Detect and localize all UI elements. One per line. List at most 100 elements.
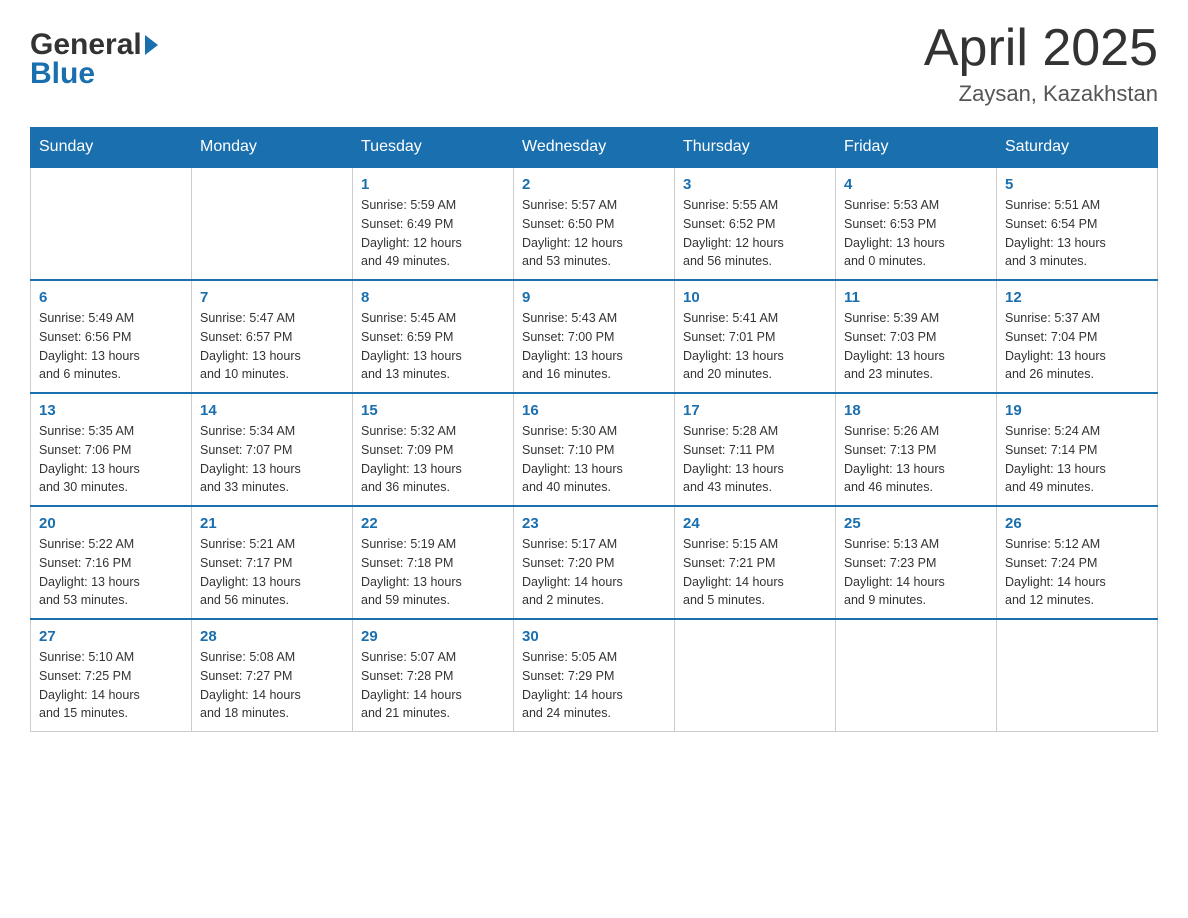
calendar-cell <box>192 167 353 280</box>
calendar-cell: 11Sunrise: 5:39 AM Sunset: 7:03 PM Dayli… <box>836 280 997 393</box>
calendar-cell: 16 Sunrise: 5:30 AM Sunset: 7:10 PM Dayli… <box>514 393 675 506</box>
day-number: 12 <box>1005 289 1149 306</box>
calendar-cell: 4 Sunrise: 5:53 AM Sunset: 6:53 PM Daylig… <box>836 167 997 280</box>
day-info: Sunrise: 5:47 AM Sunset: 6:57 PM Dayligh… <box>200 309 344 384</box>
day-info: Sunrise: 5:10 AM Sunset: 7:25 PM Dayligh… <box>39 648 183 723</box>
day-info: Sunrise: 5:45 AM Sunset: 6:59 PM Dayligh… <box>361 309 505 384</box>
day-info: Sunrise: 5:05 AM Sunset: 7:29 PM Dayligh… <box>522 648 666 723</box>
day-number: 19 <box>1005 402 1149 419</box>
col-header-sunday: Sunday <box>31 128 192 168</box>
calendar-table: SundayMondayTuesdayWednesdayThursdayFrid… <box>30 127 1158 732</box>
calendar-cell: 9 Sunrise: 5:43 AM Sunset: 7:00 PM Daylig… <box>514 280 675 393</box>
calendar-cell <box>31 167 192 280</box>
calendar-header-row: SundayMondayTuesdayWednesdayThursdayFrid… <box>31 128 1158 168</box>
calendar-cell: 25 Sunrise: 5:13 AM Sunset: 7:23 PM Dayli… <box>836 506 997 619</box>
day-info: Sunrise: 5:26 AM Sunset: 7:13 PM Dayligh… <box>844 422 988 497</box>
col-header-monday: Monday <box>192 128 353 168</box>
day-info: Sunrise: 5:32 AM Sunset: 7:09 PM Dayligh… <box>361 422 505 497</box>
day-info: Sunrise: 5:49 AM Sunset: 6:56 PM Dayligh… <box>39 309 183 384</box>
calendar-cell: 2 Sunrise: 5:57 AM Sunset: 6:50 PM Daylig… <box>514 167 675 280</box>
calendar-cell: 3Sunrise: 5:55 AM Sunset: 6:52 PM Daylig… <box>675 167 836 280</box>
day-info: Sunrise: 5:59 AM Sunset: 6:49 PM Dayligh… <box>361 196 505 271</box>
header: General Blue April 2025 Zaysan, Kazakhst… <box>30 20 1158 107</box>
week-row-1: 1 Sunrise: 5:59 AM Sunset: 6:49 PM Daylig… <box>31 167 1158 280</box>
col-header-saturday: Saturday <box>997 128 1158 168</box>
day-number: 8 <box>361 289 505 306</box>
calendar-cell <box>675 619 836 732</box>
logo: General Blue <box>30 28 158 90</box>
logo-blue: Blue <box>30 57 158 90</box>
calendar-cell: 30 Sunrise: 5:05 AM Sunset: 7:29 PM Dayli… <box>514 619 675 732</box>
day-info: Sunrise: 5:17 AM Sunset: 7:20 PM Dayligh… <box>522 535 666 610</box>
week-row-5: 27 Sunrise: 5:10 AM Sunset: 7:25 PM Dayli… <box>31 619 1158 732</box>
col-header-wednesday: Wednesday <box>514 128 675 168</box>
day-info: Sunrise: 5:30 AM Sunset: 7:10 PM Dayligh… <box>522 422 666 497</box>
day-number: 3 <box>683 176 827 193</box>
day-info: Sunrise: 5:37 AM Sunset: 7:04 PM Dayligh… <box>1005 309 1149 384</box>
day-number: 24 <box>683 515 827 532</box>
calendar-cell: 29 Sunrise: 5:07 AM Sunset: 7:28 PM Dayli… <box>353 619 514 732</box>
calendar-cell: 14 Sunrise: 5:34 AM Sunset: 7:07 PM Dayli… <box>192 393 353 506</box>
day-number: 28 <box>200 628 344 645</box>
calendar-cell: 27 Sunrise: 5:10 AM Sunset: 7:25 PM Dayli… <box>31 619 192 732</box>
day-number: 10 <box>683 289 827 306</box>
day-info: Sunrise: 5:21 AM Sunset: 7:17 PM Dayligh… <box>200 535 344 610</box>
calendar-cell: 10 Sunrise: 5:41 AM Sunset: 7:01 PM Dayli… <box>675 280 836 393</box>
calendar-cell: 17 Sunrise: 5:28 AM Sunset: 7:11 PM Dayli… <box>675 393 836 506</box>
calendar-cell: 1 Sunrise: 5:59 AM Sunset: 6:49 PM Daylig… <box>353 167 514 280</box>
day-info: Sunrise: 5:35 AM Sunset: 7:06 PM Dayligh… <box>39 422 183 497</box>
calendar-cell: 22 Sunrise: 5:19 AM Sunset: 7:18 PM Dayli… <box>353 506 514 619</box>
day-number: 16 <box>522 402 666 419</box>
week-row-2: 6 Sunrise: 5:49 AM Sunset: 6:56 PM Daylig… <box>31 280 1158 393</box>
day-info: Sunrise: 5:41 AM Sunset: 7:01 PM Dayligh… <box>683 309 827 384</box>
calendar-cell <box>997 619 1158 732</box>
week-row-3: 13 Sunrise: 5:35 AM Sunset: 7:06 PM Dayli… <box>31 393 1158 506</box>
logo-triangle <box>145 35 158 55</box>
day-info: Sunrise: 5:34 AM Sunset: 7:07 PM Dayligh… <box>200 422 344 497</box>
calendar-cell <box>836 619 997 732</box>
day-number: 6 <box>39 289 183 306</box>
day-number: 21 <box>200 515 344 532</box>
day-info: Sunrise: 5:07 AM Sunset: 7:28 PM Dayligh… <box>361 648 505 723</box>
day-info: Sunrise: 5:19 AM Sunset: 7:18 PM Dayligh… <box>361 535 505 610</box>
calendar-cell: 20Sunrise: 5:22 AM Sunset: 7:16 PM Dayli… <box>31 506 192 619</box>
day-info: Sunrise: 5:43 AM Sunset: 7:00 PM Dayligh… <box>522 309 666 384</box>
day-number: 9 <box>522 289 666 306</box>
calendar-cell: 7 Sunrise: 5:47 AM Sunset: 6:57 PM Daylig… <box>192 280 353 393</box>
day-number: 5 <box>1005 176 1149 193</box>
day-number: 26 <box>1005 515 1149 532</box>
day-number: 18 <box>844 402 988 419</box>
day-number: 1 <box>361 176 505 193</box>
day-info: Sunrise: 5:57 AM Sunset: 6:50 PM Dayligh… <box>522 196 666 271</box>
day-number: 20 <box>39 515 183 532</box>
col-header-tuesday: Tuesday <box>353 128 514 168</box>
day-number: 30 <box>522 628 666 645</box>
day-number: 4 <box>844 176 988 193</box>
calendar-cell: 21 Sunrise: 5:21 AM Sunset: 7:17 PM Dayli… <box>192 506 353 619</box>
calendar-cell: 5 Sunrise: 5:51 AM Sunset: 6:54 PM Daylig… <box>997 167 1158 280</box>
day-number: 17 <box>683 402 827 419</box>
calendar-cell: 12 Sunrise: 5:37 AM Sunset: 7:04 PM Dayli… <box>997 280 1158 393</box>
calendar-cell: 13 Sunrise: 5:35 AM Sunset: 7:06 PM Dayli… <box>31 393 192 506</box>
calendar-cell: 23 Sunrise: 5:17 AM Sunset: 7:20 PM Dayli… <box>514 506 675 619</box>
day-number: 7 <box>200 289 344 306</box>
week-row-4: 20Sunrise: 5:22 AM Sunset: 7:16 PM Dayli… <box>31 506 1158 619</box>
day-number: 22 <box>361 515 505 532</box>
day-number: 25 <box>844 515 988 532</box>
calendar-cell: 8 Sunrise: 5:45 AM Sunset: 6:59 PM Daylig… <box>353 280 514 393</box>
day-info: Sunrise: 5:12 AM Sunset: 7:24 PM Dayligh… <box>1005 535 1149 610</box>
calendar-title: April 2025 <box>924 20 1158 77</box>
day-number: 14 <box>200 402 344 419</box>
calendar-cell: 24Sunrise: 5:15 AM Sunset: 7:21 PM Dayli… <box>675 506 836 619</box>
day-info: Sunrise: 5:08 AM Sunset: 7:27 PM Dayligh… <box>200 648 344 723</box>
day-number: 23 <box>522 515 666 532</box>
calendar-cell: 18 Sunrise: 5:26 AM Sunset: 7:13 PM Dayli… <box>836 393 997 506</box>
day-info: Sunrise: 5:28 AM Sunset: 7:11 PM Dayligh… <box>683 422 827 497</box>
day-number: 13 <box>39 402 183 419</box>
day-info: Sunrise: 5:13 AM Sunset: 7:23 PM Dayligh… <box>844 535 988 610</box>
day-number: 27 <box>39 628 183 645</box>
day-info: Sunrise: 5:51 AM Sunset: 6:54 PM Dayligh… <box>1005 196 1149 271</box>
day-number: 29 <box>361 628 505 645</box>
day-number: 2 <box>522 176 666 193</box>
day-info: Sunrise: 5:53 AM Sunset: 6:53 PM Dayligh… <box>844 196 988 271</box>
